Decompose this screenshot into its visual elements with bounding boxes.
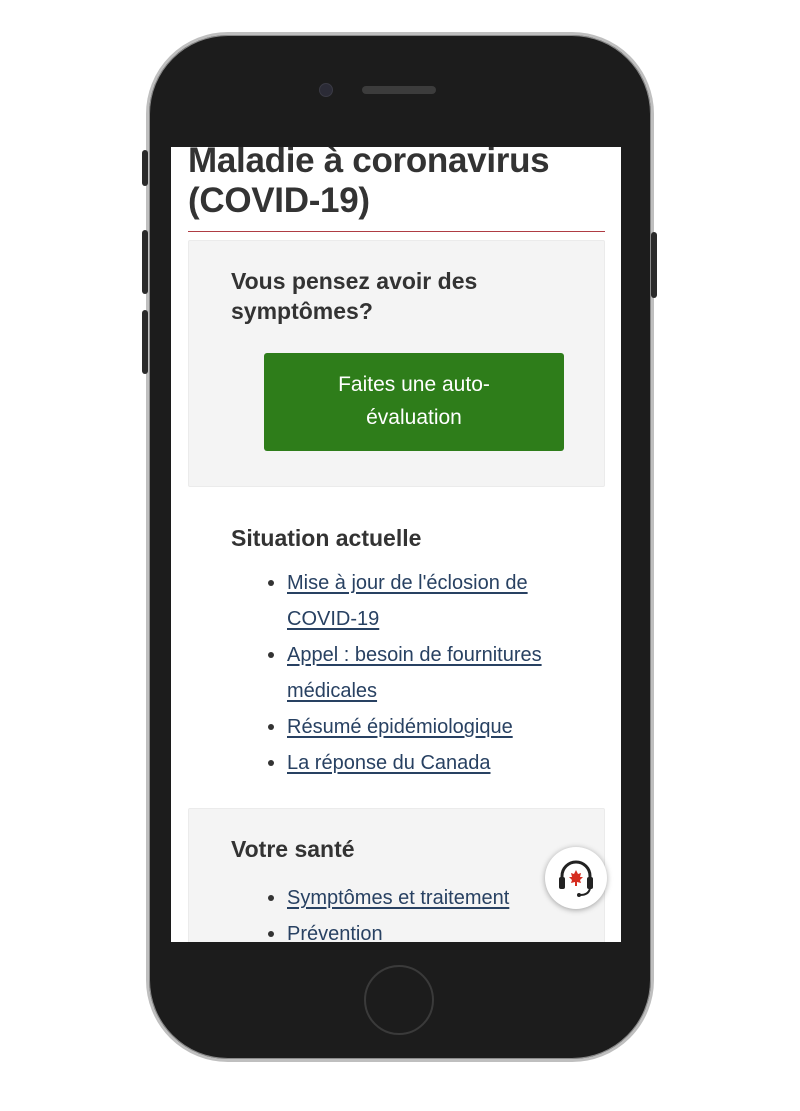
mute-switch: [142, 150, 148, 186]
front-camera: [319, 83, 333, 97]
prevention-link[interactable]: Prévention: [287, 923, 383, 942]
list-item: Résumé épidémiologique: [267, 709, 567, 745]
power-button: [651, 232, 657, 298]
list-item: La réponse du Canada: [267, 745, 567, 781]
earpiece-speaker: [362, 86, 436, 94]
home-button[interactable]: [364, 965, 434, 1035]
title-divider: [188, 231, 605, 232]
situation-section: Situation actuelle Mise à jour de l'éclo…: [188, 492, 605, 802]
list-item: Appel : besoin de fournitures médicales: [267, 637, 567, 709]
symptoms-treatment-link[interactable]: Symptômes et traitement: [287, 887, 509, 909]
list-item: Mise à jour de l'éclosion de COVID-19: [267, 565, 567, 637]
medical-supplies-link[interactable]: Appel : besoin de fournitures médicales: [287, 644, 542, 702]
health-links: Symptômes et traitement Prévention: [267, 880, 567, 942]
volume-down-button: [142, 310, 148, 374]
canada-response-link[interactable]: La réponse du Canada: [287, 752, 491, 774]
headset-maple-leaf-icon: [559, 860, 593, 897]
symptoms-heading: Vous pensez avoir des symptômes?: [231, 268, 478, 324]
list-item: Symptômes et traitement: [267, 880, 567, 916]
page-title: Maladie à coronavirus (COVID-19): [188, 147, 550, 220]
list-item: Prévention: [267, 916, 567, 942]
volume-up-button: [142, 230, 148, 294]
situation-links: Mise à jour de l'éclosion de COVID-19 Ap…: [267, 565, 567, 781]
phone-screen: Maladie à coronavirus (COVID-19) Vous pe…: [171, 147, 621, 942]
health-heading: Votre santé: [231, 836, 355, 862]
situation-heading: Situation actuelle: [231, 525, 422, 551]
symptoms-card: Vous pensez avoir des symptômes? Faites …: [188, 240, 605, 487]
chat-support-button[interactable]: [545, 847, 607, 909]
health-card: Votre santé Symptômes et traitement Prév…: [188, 808, 605, 942]
self-assessment-button[interactable]: Faites une auto-évaluation: [264, 353, 564, 451]
epidemiological-summary-link[interactable]: Résumé épidémiologique: [287, 716, 513, 738]
outbreak-update-link[interactable]: Mise à jour de l'éclosion de COVID-19: [287, 572, 528, 630]
